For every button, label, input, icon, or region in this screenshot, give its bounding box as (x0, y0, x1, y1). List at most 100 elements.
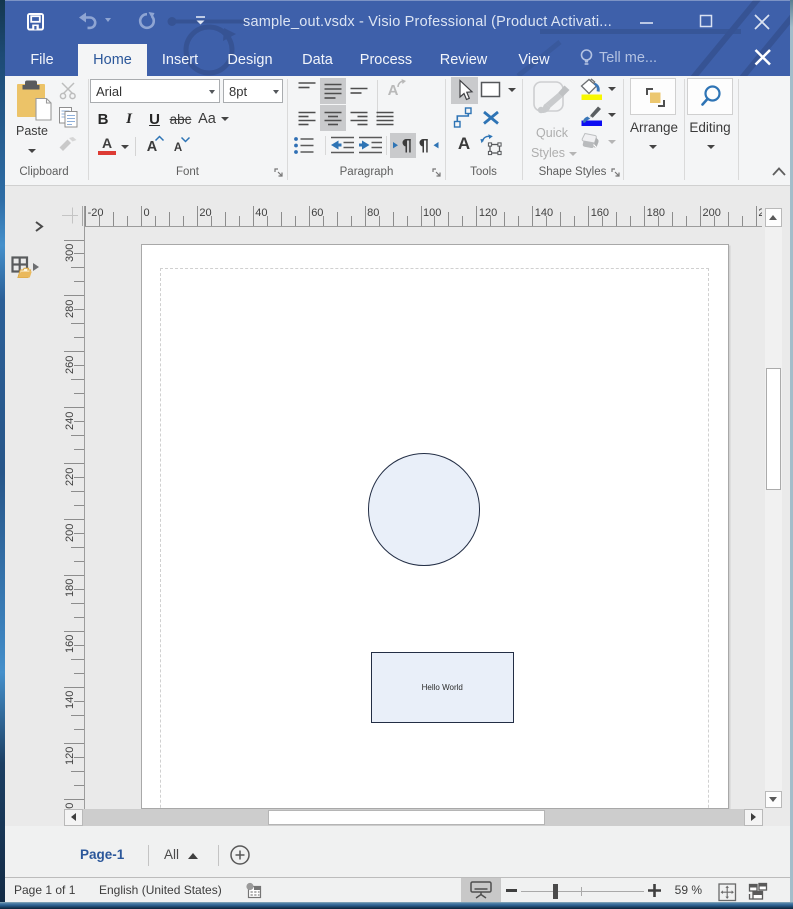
status-language[interactable]: English (United States) (99, 883, 222, 897)
cut-button[interactable] (59, 82, 77, 100)
align-right-button[interactable] (346, 105, 372, 131)
vruler-tick (74, 505, 84, 506)
vscroll-up-button[interactable] (765, 208, 782, 227)
rtl-direction-button[interactable] (417, 133, 442, 158)
rectangle-tool-dropdown-arrow[interactable] (508, 88, 516, 92)
paragraph-dialog-launcher[interactable] (432, 168, 442, 178)
insert-page-button[interactable] (230, 845, 251, 866)
align-middle-button[interactable] (320, 78, 346, 104)
pointer-tool-button[interactable] (451, 77, 478, 104)
close-button[interactable] (747, 8, 777, 36)
rectangle-tool-button[interactable] (478, 77, 505, 104)
copy-button[interactable] (59, 107, 78, 128)
tab-data[interactable]: Data (296, 44, 339, 76)
qat-customize-button[interactable] (195, 16, 206, 26)
decrease-indent-button[interactable] (329, 134, 356, 158)
bullets-button[interactable] (290, 134, 316, 158)
align-left-button[interactable] (294, 105, 320, 131)
font-dialog-launcher[interactable] (274, 168, 284, 178)
tab-review[interactable]: Review (434, 44, 493, 76)
switch-windows-button[interactable] (748, 882, 768, 901)
rectangle-shape[interactable]: Hello World (371, 652, 514, 723)
fill-button[interactable] (577, 78, 605, 102)
vertical-ruler[interactable]: 300280260240220200180160140120100 (60, 226, 85, 809)
zoom-out-button[interactable] (502, 878, 522, 902)
line-dropdown-arrow[interactable] (608, 113, 616, 117)
effects-button[interactable] (577, 130, 605, 156)
quick-styles-button[interactable]: Quick Styles (530, 78, 574, 158)
tab-home[interactable]: Home (78, 44, 147, 76)
vscroll-thumb[interactable] (766, 368, 781, 490)
arrange-button[interactable] (630, 78, 676, 115)
ribbon-close-button[interactable] (748, 44, 778, 72)
save-button[interactable] (27, 13, 44, 31)
tab-view[interactable]: View (512, 44, 556, 76)
connection-point-tool-button[interactable] (478, 104, 505, 131)
font-color-dropdown-arrow[interactable] (121, 145, 129, 149)
macro-record-icon[interactable] (244, 882, 262, 899)
hscroll-left-button[interactable] (64, 809, 83, 827)
editing-icon (698, 84, 724, 110)
horizontal-ruler[interactable]: -20020406080100120140160180200220 (84, 200, 762, 226)
tab-file[interactable]: File (13, 44, 71, 76)
zoom-level[interactable]: 59 % (668, 883, 702, 897)
ribbon-collapse-button[interactable] (770, 165, 788, 178)
font-color-button[interactable]: A (94, 136, 120, 158)
hscroll-right-button[interactable] (744, 809, 763, 827)
align-top-button[interactable] (294, 78, 320, 104)
presentation-mode-button[interactable] (461, 878, 501, 902)
text-tool-button[interactable]: A (451, 131, 478, 158)
shrink-font-button[interactable]: A (170, 136, 194, 158)
text-direction-button[interactable]: A (382, 78, 408, 104)
fill-dropdown-arrow[interactable] (608, 87, 616, 91)
fit-page-button[interactable] (718, 883, 737, 902)
tabs-items-4-label-text: Process (360, 52, 412, 68)
ltr-direction-button[interactable] (390, 133, 416, 158)
zoom-slider-thumb[interactable] (553, 884, 558, 899)
format-painter-button[interactable] (59, 137, 78, 151)
circle-shape[interactable] (368, 453, 481, 566)
tab-process[interactable]: Process (355, 44, 417, 76)
bold-button[interactable]: B (93, 108, 113, 130)
paste-button[interactable]: Paste (6, 78, 58, 158)
undo-button[interactable] (78, 12, 98, 30)
text-block-tool-button[interactable] (478, 131, 505, 158)
undo-dropdown[interactable] (105, 18, 111, 22)
all-pages-button[interactable]: All (164, 847, 179, 862)
align-bottom-button[interactable] (346, 78, 372, 104)
expand-shapes-chevron[interactable] (34, 220, 44, 233)
zoom-in-button[interactable] (644, 878, 664, 902)
align-center-button[interactable] (320, 105, 346, 131)
vruler-tick (74, 365, 84, 366)
zoom-slider-track[interactable] (521, 891, 644, 892)
shape-styles-dialog-launcher[interactable] (611, 168, 621, 178)
ribbon-font-underline-text: U (149, 111, 160, 128)
hscroll-thumb[interactable] (268, 810, 546, 825)
change-case-button[interactable]: Aa (194, 108, 220, 130)
vscrollbar-track[interactable] (765, 227, 782, 792)
strikethrough-button[interactable]: abc (167, 108, 194, 130)
vscroll-down-button[interactable] (765, 791, 782, 808)
font-family-value: Arial (96, 84, 122, 99)
connector-tool-button[interactable] (451, 104, 478, 131)
italic-button[interactable]: I (120, 108, 138, 130)
underline-button[interactable]: U (144, 108, 165, 130)
page-tab[interactable]: Page-1 (80, 847, 124, 862)
line-button[interactable] (577, 104, 605, 128)
vruler-label: 300 (65, 238, 76, 262)
font-size-combo[interactable]: 8pt (223, 79, 283, 103)
grow-font-button[interactable]: A (142, 136, 166, 158)
drawing-page[interactable]: Hello World (141, 244, 729, 809)
tab-design[interactable]: Design (222, 44, 278, 76)
font-family-combo[interactable]: Arial (90, 79, 220, 103)
shapes-window-button[interactable] (11, 256, 40, 279)
status-page-count[interactable]: Page 1 of 1 (14, 883, 75, 897)
tab-insert[interactable]: Insert (155, 44, 205, 76)
redo-button[interactable] (138, 12, 156, 30)
minimize-button[interactable] (632, 8, 662, 36)
editing-button[interactable] (687, 78, 733, 115)
justify-button[interactable] (372, 105, 398, 131)
maximize-button[interactable] (691, 8, 721, 36)
increase-indent-button[interactable] (357, 134, 384, 158)
tellme-box[interactable]: Tell me... (599, 50, 657, 66)
